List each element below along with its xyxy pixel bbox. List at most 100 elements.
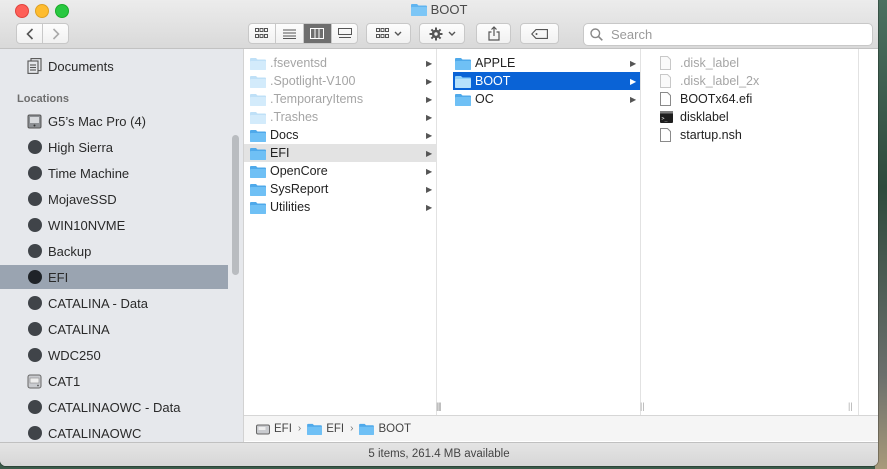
sidebar: Documents Locations G5’s Mac Pro (4) Hig… bbox=[0, 49, 244, 442]
chevron-right-icon: › bbox=[350, 423, 354, 434]
list-icon bbox=[282, 29, 296, 39]
search-field[interactable] bbox=[583, 23, 873, 46]
folder-icon bbox=[250, 183, 267, 196]
sidebar-scrollbar[interactable] bbox=[232, 135, 239, 275]
list-item-docs[interactable]: Docs ▶ bbox=[248, 126, 436, 144]
folder-icon bbox=[250, 93, 267, 106]
sidebar-item-high-sierra[interactable]: High Sierra bbox=[0, 135, 228, 159]
list-item-sysreport[interactable]: SysReport ▶ bbox=[248, 180, 436, 198]
folder-icon bbox=[455, 93, 472, 106]
sidebar-item-documents[interactable]: Documents bbox=[0, 54, 228, 78]
list-item-fseventsd[interactable]: .fseventsd ▶ bbox=[248, 54, 436, 72]
sidebar-item-catalinaowc-data[interactable]: CATALINAOWC - Data bbox=[0, 395, 228, 419]
list-item-label: BOOT bbox=[475, 74, 511, 88]
sidebar-item-catalinaowc[interactable]: CATALINAOWC bbox=[0, 421, 228, 442]
chevron-left-icon bbox=[25, 27, 33, 40]
sidebar-item-catalina[interactable]: CATALINA bbox=[0, 317, 228, 341]
chevron-down-icon bbox=[448, 31, 455, 36]
sidebar-item-wdc250[interactable]: WDC250 bbox=[0, 343, 228, 367]
search-input[interactable] bbox=[609, 26, 853, 43]
share-button[interactable] bbox=[476, 23, 511, 44]
list-item-disk-label-2x[interactable]: .disk_label_2x bbox=[658, 72, 759, 90]
list-item-oc[interactable]: OC ▶ bbox=[453, 90, 640, 108]
list-view-button[interactable] bbox=[276, 24, 304, 43]
disclosure-arrow-icon: ▶ bbox=[426, 58, 433, 68]
list-item-temporaryitems[interactable]: .TemporaryItems ▶ bbox=[248, 90, 436, 108]
column-browser: .fseventsd ▶ .Spotlight-V100 ▶ .Temporar… bbox=[244, 49, 878, 415]
list-item-label: .TemporaryItems bbox=[270, 92, 364, 106]
disk-icon bbox=[27, 270, 42, 285]
sidebar-item-catalina-data[interactable]: CATALINA - Data bbox=[0, 291, 228, 315]
sidebar-item-label: CATALINA bbox=[48, 321, 110, 337]
disk-icon bbox=[27, 400, 42, 415]
list-item-label: .fseventsd bbox=[270, 56, 327, 70]
sidebar-item-label: CATALINA - Data bbox=[48, 295, 148, 311]
titlebar: BOOT bbox=[0, 0, 878, 49]
column-view-button[interactable] bbox=[303, 24, 332, 43]
folder-icon bbox=[359, 423, 375, 435]
gallery-view-button[interactable] bbox=[332, 24, 359, 43]
sidebar-item-backup[interactable]: Backup bbox=[0, 239, 228, 263]
disk-icon bbox=[27, 244, 42, 259]
sidebar-item-label: Time Machine bbox=[48, 165, 130, 181]
list-item-boot[interactable]: BOOT ▶ bbox=[453, 72, 640, 90]
icon-view-button[interactable] bbox=[248, 24, 276, 43]
sidebar-item-efi[interactable]: EFI bbox=[0, 265, 228, 289]
breadcrumb-boot-folder[interactable]: BOOT bbox=[359, 423, 411, 435]
breadcrumb-efi-folder[interactable]: EFI bbox=[307, 423, 344, 435]
svg-text:>_: >_ bbox=[662, 116, 669, 122]
column-resize-handle[interactable]: || bbox=[848, 401, 853, 411]
list-item-apple[interactable]: APPLE ▶ bbox=[453, 54, 640, 72]
sidebar-item-label: CAT1 bbox=[48, 373, 81, 389]
back-button[interactable] bbox=[17, 24, 43, 43]
disclosure-arrow-icon: ▶ bbox=[426, 202, 433, 212]
disclosure-arrow-icon: ▶ bbox=[630, 58, 637, 68]
list-item-efi[interactable]: EFI ▶ bbox=[244, 144, 436, 162]
list-item-label: .Trashes bbox=[270, 110, 319, 124]
sidebar-item-time-machine[interactable]: Time Machine bbox=[0, 161, 228, 185]
disclosure-arrow-icon: ▶ bbox=[426, 94, 433, 104]
list-item-label: Utilities bbox=[270, 200, 311, 214]
list-item-label: disklabel bbox=[680, 110, 729, 124]
breadcrumb-efi-volume[interactable]: EFI bbox=[256, 423, 292, 435]
sidebar-item-cat1[interactable]: CAT1 bbox=[0, 369, 228, 393]
sidebar-item-win10nvme[interactable]: WIN10NVME bbox=[0, 213, 228, 237]
chevron-right-icon bbox=[52, 27, 60, 40]
nav-buttons bbox=[16, 23, 69, 44]
list-item-label: SysReport bbox=[270, 182, 329, 196]
list-item-disk-label[interactable]: .disk_label bbox=[658, 54, 739, 72]
column-resize-handle[interactable]: || bbox=[437, 401, 442, 411]
sidebar-item-label: CATALINAOWC - Data bbox=[48, 399, 181, 415]
sidebar-item-mac-pro[interactable]: G5’s Mac Pro (4) bbox=[0, 109, 228, 133]
column-resize-handle[interactable]: || bbox=[640, 401, 645, 411]
list-item-spotlight[interactable]: .Spotlight-V100 ▶ bbox=[248, 72, 436, 90]
chevron-right-icon: › bbox=[297, 423, 302, 434]
finder-window: BOOT Search Documents Locations G5’s Mac… bbox=[0, 0, 878, 466]
disk-icon bbox=[27, 166, 42, 181]
list-item-label: .disk_label_2x bbox=[680, 74, 760, 88]
list-item-label: OC bbox=[475, 92, 494, 106]
column-boot: .disk_label .disk_label_2x BOOTx64.efi >… bbox=[654, 49, 859, 415]
list-item-trashes[interactable]: .Trashes ▶ bbox=[248, 108, 436, 126]
chevron-down-icon bbox=[394, 31, 401, 36]
sidebar-item-mojavessd[interactable]: MojaveSSD bbox=[0, 187, 228, 211]
gallery-icon bbox=[338, 28, 352, 38]
file-icon bbox=[660, 56, 677, 70]
disk-icon bbox=[27, 192, 42, 207]
group-by-button[interactable] bbox=[366, 23, 411, 44]
list-item-utilities[interactable]: Utilities ▶ bbox=[248, 198, 436, 216]
list-item-bootx64-efi[interactable]: BOOTx64.efi bbox=[658, 90, 752, 108]
forward-button[interactable] bbox=[43, 24, 68, 43]
folder-icon bbox=[250, 201, 267, 214]
disk-icon bbox=[27, 426, 42, 441]
action-menu-button[interactable] bbox=[419, 23, 465, 44]
list-item-label: APPLE bbox=[475, 56, 516, 70]
list-item-startup-nsh[interactable]: startup.nsh bbox=[658, 126, 742, 144]
list-item-disklabel[interactable]: >_ disklabel bbox=[658, 108, 729, 126]
folder-icon bbox=[307, 423, 323, 435]
disk-icon bbox=[27, 296, 42, 311]
file-icon bbox=[660, 92, 677, 106]
disk-icon bbox=[27, 322, 42, 337]
list-item-opencore[interactable]: OpenCore ▶ bbox=[248, 162, 436, 180]
tags-button[interactable] bbox=[520, 23, 559, 44]
